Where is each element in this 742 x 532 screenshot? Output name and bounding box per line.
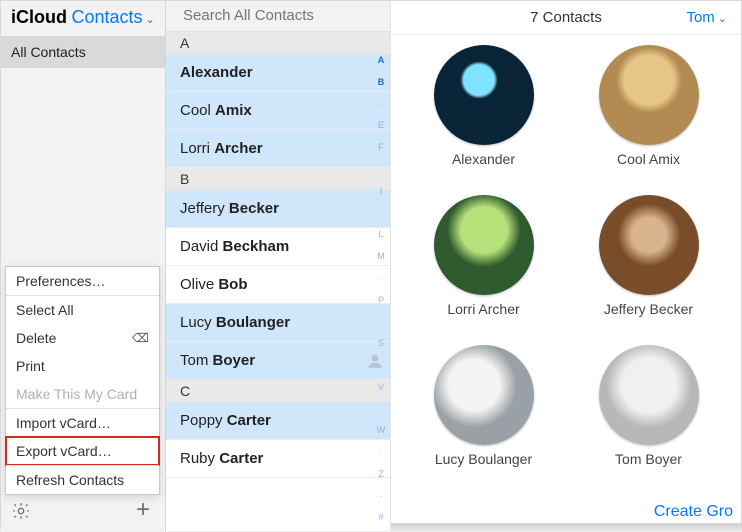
contact-scroll[interactable]: AAlexanderCool AmixLorri ArcherBJeffery … bbox=[166, 32, 390, 531]
account-dropdown[interactable]: Tom⌄ bbox=[686, 9, 727, 26]
avatar bbox=[434, 45, 534, 145]
sidebar: iCloud Contacts⌄ All Contacts Preference… bbox=[1, 1, 166, 531]
avatar bbox=[434, 195, 534, 295]
avatar bbox=[599, 345, 699, 445]
search-input[interactable] bbox=[183, 7, 382, 24]
contact-row[interactable]: Ruby Carter bbox=[166, 440, 390, 478]
contact-card[interactable]: Alexander bbox=[401, 45, 566, 195]
contact-card[interactable]: Tom Boyer bbox=[566, 345, 731, 495]
contact-grid: Alexander Cool Amix Lorri Archer Jeffery Be… bbox=[391, 35, 741, 495]
chevron-down-icon: ⌄ bbox=[718, 12, 727, 25]
contact-name: Alexander bbox=[452, 151, 515, 167]
contact-row[interactable]: Jeffery Becker bbox=[166, 190, 390, 228]
avatar bbox=[599, 45, 699, 145]
add-button[interactable]: + bbox=[133, 501, 153, 521]
menu-print[interactable]: Print bbox=[6, 352, 159, 380]
menu-export-vcard[interactable]: Export vCard… bbox=[5, 436, 160, 466]
contact-name: Tom Boyer bbox=[615, 451, 682, 467]
menu-select-all[interactable]: Select All bbox=[6, 296, 159, 324]
detail-pane: 7 Contacts Tom⌄ Alexander Cool Amix Lorri … bbox=[391, 1, 741, 531]
app-title-bar: iCloud Contacts⌄ bbox=[1, 1, 165, 36]
contact-name: Jeffery Becker bbox=[604, 301, 693, 317]
contact-name: Lucy Boulanger bbox=[435, 451, 532, 467]
contact-row[interactable]: Poppy Carter bbox=[166, 402, 390, 440]
contact-list-pane: AAlexanderCool AmixLorri ArcherBJeffery … bbox=[166, 1, 391, 531]
create-group-button[interactable]: Create Gro bbox=[654, 503, 733, 521]
contact-name: Cool Amix bbox=[617, 151, 680, 167]
detail-header: 7 Contacts Tom⌄ bbox=[391, 1, 741, 35]
me-card-icon bbox=[366, 352, 384, 370]
contact-card[interactable]: Jeffery Becker bbox=[566, 195, 731, 345]
menu-refresh-contacts[interactable]: Refresh Contacts bbox=[6, 466, 159, 494]
menu-import-vcard[interactable]: Import vCard… bbox=[6, 409, 159, 437]
contact-row[interactable]: Tom Boyer bbox=[166, 342, 390, 380]
section-header: C bbox=[166, 380, 390, 402]
section-header: B bbox=[166, 168, 390, 190]
icloud-label: iCloud bbox=[11, 7, 67, 27]
contact-card[interactable]: Lorri Archer bbox=[401, 195, 566, 345]
sidebar-item-all-contacts[interactable]: All Contacts bbox=[1, 36, 165, 68]
contact-row[interactable]: Cool Amix bbox=[166, 92, 390, 130]
contact-count: 7 Contacts bbox=[530, 9, 602, 26]
gear-icon[interactable] bbox=[11, 501, 31, 521]
avatar bbox=[599, 195, 699, 295]
contacts-dropdown[interactable]: Contacts⌄ bbox=[71, 7, 154, 27]
contact-row[interactable]: Lorri Archer bbox=[166, 130, 390, 168]
settings-menu: Preferences… Select All Delete ⌫ Print M… bbox=[5, 266, 160, 495]
contact-card[interactable]: Lucy Boulanger bbox=[401, 345, 566, 495]
contact-row[interactable]: David Beckham bbox=[166, 228, 390, 266]
contact-row[interactable]: Olive Bob bbox=[166, 266, 390, 304]
search-bar bbox=[166, 1, 390, 32]
contact-name: Lorri Archer bbox=[447, 301, 519, 317]
menu-preferences[interactable]: Preferences… bbox=[6, 267, 159, 295]
sidebar-footer: + bbox=[1, 495, 165, 531]
chevron-down-icon: ⌄ bbox=[146, 13, 155, 26]
menu-make-my-card: Make This My Card bbox=[6, 380, 159, 408]
contact-row[interactable]: Lucy Boulanger bbox=[166, 304, 390, 342]
avatar bbox=[434, 345, 534, 445]
contact-card[interactable]: Cool Amix bbox=[566, 45, 731, 195]
menu-delete[interactable]: Delete ⌫ bbox=[6, 324, 159, 352]
section-header: A bbox=[166, 32, 390, 54]
search-icon bbox=[176, 8, 177, 24]
contact-row[interactable]: Alexander bbox=[166, 54, 390, 92]
backspace-icon: ⌫ bbox=[132, 331, 149, 345]
